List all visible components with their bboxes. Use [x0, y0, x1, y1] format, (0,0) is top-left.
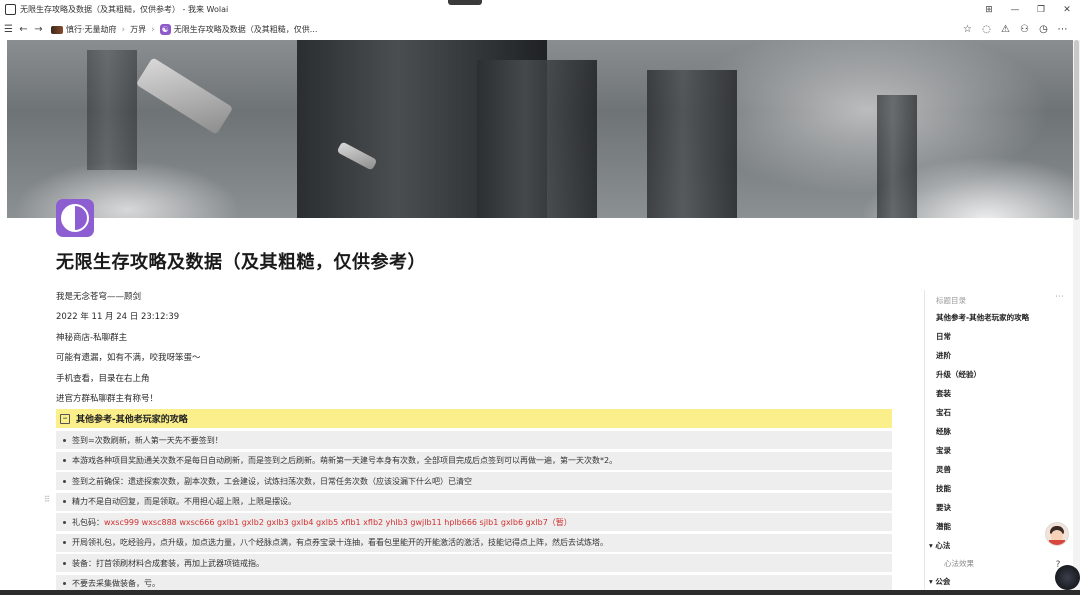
section-heading[interactable]: − 其他参考-其他老玩家的攻略 — [56, 409, 892, 428]
cover-image[interactable] — [7, 40, 1073, 218]
outline-item[interactable]: 日常 — [936, 331, 951, 342]
paragraph[interactable]: 神秘商店-私聊群主 — [56, 331, 892, 351]
layout-icon[interactable]: ⊞ — [976, 5, 1002, 15]
bullet-icon — [63, 500, 66, 503]
list-item-gift-codes[interactable]: 礼包码： wxsc999 wxsc888 wxsc666 gxlb1 gxlb2 … — [56, 513, 892, 531]
list-item-text: 本游戏各种项目奖励通关次数不是每日自动刷新，而是签到之后刷新。萌新第一天建号本身… — [72, 456, 618, 465]
page-title[interactable]: 无限生存攻略及数据（及其粗糙，仅供参考） — [56, 248, 426, 274]
bullet-icon — [63, 479, 66, 483]
outline-item[interactable]: 灵兽 — [936, 464, 951, 475]
bullet-icon — [63, 541, 66, 544]
cover-tower — [647, 70, 737, 218]
list-item[interactable]: 精力不是自动回复，而是领取。不用担心超上限，上限是摆设。 — [56, 492, 892, 511]
chevron-right-icon: › — [121, 24, 126, 35]
list-item[interactable]: 本游戏各种项目奖励通关次数不是每日自动刷新，而是签到之后刷新。萌新第一天建号本身… — [56, 451, 892, 470]
minimize-button[interactable]: — — [1002, 5, 1028, 15]
cover-spaceship — [135, 57, 234, 135]
outline-item[interactable]: 潜能 — [936, 521, 951, 532]
share-icon[interactable]: ⚠ — [996, 24, 1015, 35]
menu-icon[interactable]: ☰ — [2, 24, 15, 35]
outline-item[interactable]: ▾ 公会 — [929, 576, 950, 587]
outline-item[interactable]: 宝录 — [936, 445, 951, 456]
outline-subitem[interactable]: 心法效果 — [944, 558, 974, 569]
list-item[interactable]: 装备：打首领刷材料合成套装，再加上武器项链戒指。 — [56, 554, 892, 572]
bullet-icon — [63, 438, 66, 442]
window-title: 无限生存攻略及数据（及其粗糙，仅供参考） - 我来 Wolai — [20, 5, 229, 14]
breadcrumb-item-wanjie[interactable]: 万界 — [130, 24, 146, 35]
paragraph[interactable]: 可能有遗漏，如有不满，咬我呀笨蛋～ — [56, 351, 892, 371]
yin-yang-icon: ☯ — [159, 24, 171, 35]
scrollbar-thumb[interactable] — [1074, 40, 1079, 220]
list-item-text: 签到=次数刷新，新人第一天先不要签到！ — [72, 435, 223, 445]
gift-codes-text: wxsc999 wxsc888 wxsc666 gxlb1 gxlb2 gxlb… — [104, 517, 572, 527]
list-item-text: 签到之前确保：遗迹探索次数，副本次数，工会建设，试炼扫荡次数，日常任务次数（应该… — [72, 476, 472, 486]
bullet-icon — [63, 561, 66, 565]
page-actions: ☆ ◌ ⚠ ⚇ ◷ ⋯ — [958, 19, 1072, 40]
breadcrumb: 慎行·无量劫府 › 万界 › ☯ 无限生存攻略及数据（及其粗糙，仅供... — [51, 24, 317, 35]
outline-item[interactable]: 其他参考-其他老玩家的攻略 — [936, 312, 1029, 323]
outline-item[interactable]: 进阶 — [936, 350, 951, 361]
add-user-icon[interactable]: ⚇ — [1015, 24, 1034, 35]
paragraph[interactable]: 手机查看，目录在右上角 — [56, 372, 892, 392]
corner-avatar[interactable] — [1055, 565, 1080, 590]
list-item-text: 开局领礼包，吃经验丹，点升级，加点选力量，八个经脉点满，有点券宝录十连抽，看看包… — [72, 538, 608, 547]
breadcrumb-item-current[interactable]: 无限生存攻略及数据（及其粗糙，仅供... — [174, 24, 318, 35]
comment-icon[interactable]: ◌ — [977, 24, 996, 35]
outline-title: 标题目录 — [936, 296, 966, 305]
list-item-text: 精力不是自动回复，而是领取。不用担心超上限，上限是摆设。 — [72, 497, 296, 506]
page-emoji-icon[interactable] — [56, 199, 94, 237]
outline-item[interactable]: ▾ 心法 — [929, 540, 950, 551]
list-item-text: 不要去采集做装备，亏。 — [72, 579, 160, 588]
outline-panel: 标题目录 ⋯ 其他参考-其他老玩家的攻略 日常 进阶 升级（经验） 套装 宝石 … — [924, 290, 1070, 595]
outline-item[interactable]: 升级（经验） — [936, 369, 981, 380]
collapse-icon[interactable]: − — [60, 413, 70, 424]
paragraph[interactable]: 2022 年 11 月 24 日 23:12:39 — [56, 310, 892, 330]
app-icon — [5, 4, 16, 15]
history-icon[interactable]: ◷ — [1034, 24, 1053, 35]
restore-button[interactable]: ❐ — [1028, 5, 1054, 15]
outline-item[interactable]: 要诀 — [936, 502, 951, 513]
list-item-text: 礼包码： — [72, 517, 104, 527]
outline-item[interactable]: 宝石 — [936, 407, 951, 418]
workspace-avatar — [51, 25, 63, 34]
chevron-right-icon: › — [151, 24, 155, 35]
yin-yang-icon — [61, 204, 89, 232]
list-item-text: 装备：打首领刷材料合成套装，再加上武器项链戒指。 — [72, 558, 264, 568]
taskbar — [0, 590, 1080, 595]
paragraph[interactable]: 我是无念苍穹——顾剑 — [56, 290, 892, 310]
cover-tower — [87, 50, 137, 170]
drag-handle-icon[interactable]: ⠿ — [44, 495, 50, 504]
cover-tower — [877, 95, 917, 218]
bullet-icon — [63, 459, 66, 462]
star-icon[interactable]: ☆ — [958, 24, 977, 35]
window-grip[interactable] — [448, 0, 482, 5]
window-titlebar: 无限生存攻略及数据（及其粗糙，仅供参考） - 我来 Wolai ⊞ — ❐ ✕ — [0, 0, 1080, 19]
outline-item[interactable]: 套装 — [936, 388, 951, 399]
outline-item[interactable]: 技能 — [936, 483, 951, 494]
cover-tower — [477, 60, 597, 218]
assistant-avatar[interactable] — [1045, 522, 1069, 546]
more-icon[interactable]: ⋯ — [1055, 292, 1064, 302]
navigation-bar: ☰ ← → 慎行·无量劫府 › 万界 › ☯ 无限生存攻略及数据（及其粗糙，仅供… — [0, 19, 1080, 40]
list-item[interactable]: 签到之前确保：遗迹探索次数，副本次数，工会建设，试炼扫荡次数，日常任务次数（应该… — [56, 472, 892, 490]
breadcrumb-item-workspace[interactable]: 慎行·无量劫府 — [66, 24, 117, 35]
window-controls: ⊞ — ❐ ✕ — [976, 5, 1080, 15]
list-item[interactable]: 开局领礼包，吃经验丹，点升级，加点选力量，八个经脉点满，有点券宝录十连抽，看看包… — [56, 533, 892, 552]
more-icon[interactable]: ⋯ — [1053, 24, 1072, 35]
forward-icon[interactable]: → — [32, 24, 45, 35]
bullet-list: 签到=次数刷新，新人第一天先不要签到！ 本游戏各种项目奖励通关次数不是每日自动刷… — [56, 431, 892, 595]
list-item[interactable]: 签到=次数刷新，新人第一天先不要签到！ — [56, 431, 892, 449]
close-button[interactable]: ✕ — [1054, 5, 1080, 15]
outline-item[interactable]: 经脉 — [936, 426, 951, 437]
page-content: 我是无念苍穹——顾剑 2022 年 11 月 24 日 23:12:39 神秘商… — [56, 290, 892, 412]
bullet-icon — [63, 582, 66, 585]
section-heading-text: 其他参考-其他老玩家的攻略 — [76, 415, 188, 425]
back-icon[interactable]: ← — [17, 24, 30, 35]
bullet-icon — [63, 520, 66, 524]
